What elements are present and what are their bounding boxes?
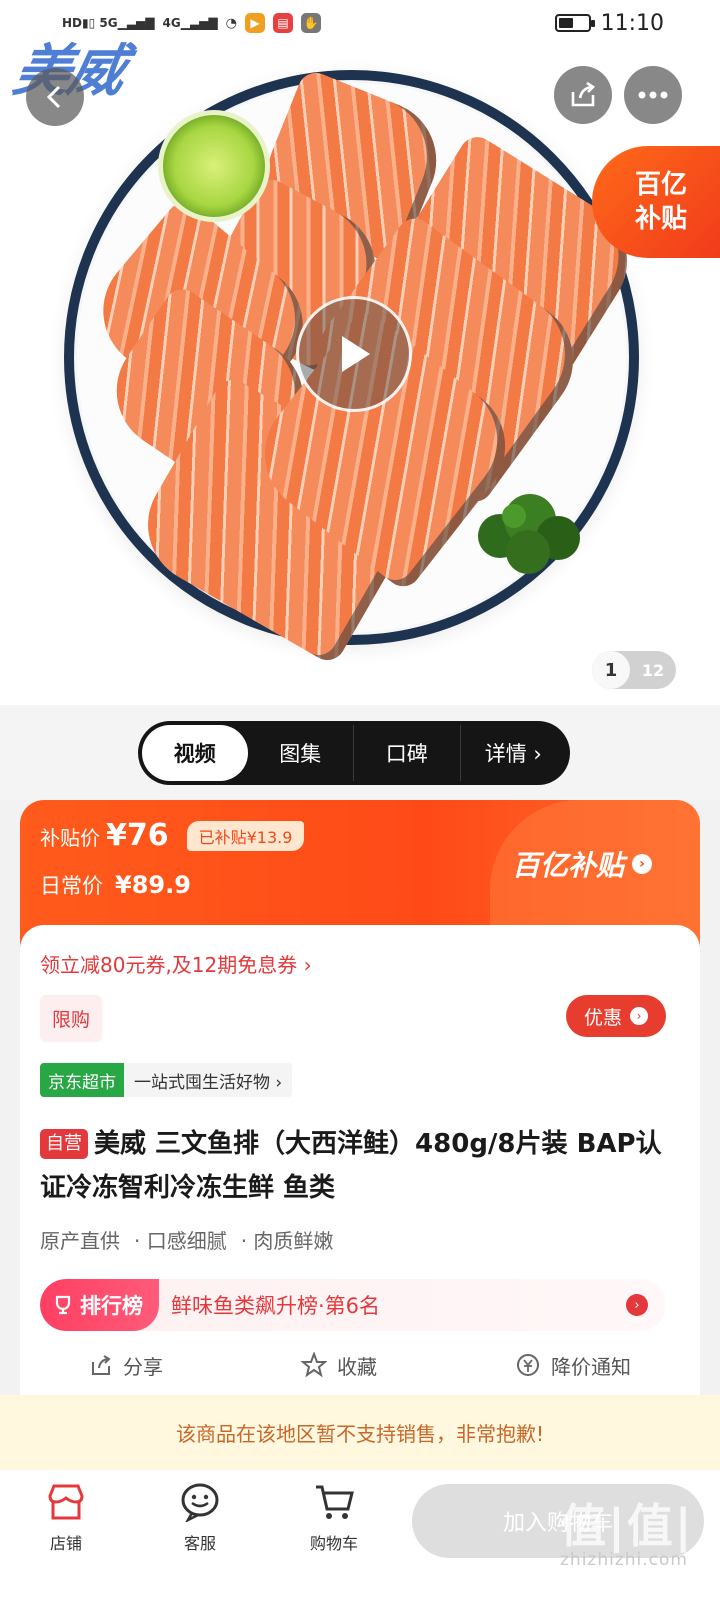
media-tabs-area: 视频 图集 口碑 详情 ›	[0, 705, 720, 800]
ranking-badge-label: 排行榜	[80, 1294, 143, 1318]
subsidy-corner-badge[interactable]: 百亿 补贴	[592, 146, 720, 258]
share-action[interactable]: 分享	[89, 1351, 163, 1380]
image-page-indicator: 1 12	[592, 651, 676, 689]
product-page: HD▮▯ 5G▁▃▅▇ 4G▁▃▅▇ ◔ ▶ ▤ ✋ 11:10 百亿 补贴 1…	[0, 0, 720, 1600]
ranking-text: 鲜味鱼类飙升榜·第6名	[171, 1294, 381, 1318]
cart-icon	[316, 1485, 354, 1519]
store-tag[interactable]: 京东超市 一站式囤生活好物 ›	[40, 1063, 293, 1097]
product-info-card: 领立减80元券,及12期免息券 › 限购 优惠 › 京东超市 一站式囤生活好物 …	[20, 925, 700, 1395]
clock: 11:10	[600, 10, 664, 36]
chevron-right-icon: ›	[630, 1007, 648, 1025]
page-current: 1	[592, 651, 630, 689]
video-app-icon: ▶	[244, 13, 265, 33]
feature-item: · 肉质鲜嫩	[240, 1229, 334, 1253]
more-button[interactable]	[624, 66, 682, 124]
promotion-button-label: 优惠	[583, 1006, 622, 1029]
share-icon	[571, 81, 596, 107]
store-nav-label: 店铺	[49, 1534, 82, 1553]
favorite-action[interactable]: 收藏	[301, 1351, 377, 1380]
subsidy-corner-line2: 补贴	[634, 204, 687, 234]
share-label: 分享	[123, 1354, 163, 1379]
promotion-button[interactable]: 优惠 ›	[566, 995, 666, 1037]
store-slogan: 一站式囤生活好物 ›	[124, 1063, 293, 1097]
customer-service-label: 客服	[183, 1534, 216, 1553]
subsidy-price: ¥76	[106, 818, 169, 853]
signal-icon: HD▮▯ 5G▁▃▅▇	[62, 16, 155, 30]
page-total: 12	[641, 660, 665, 680]
product-title: 自营 美威 三文鱼排（大西洋鲑）480g/8片装 BAP认证冷冻智利冷冻生鲜 鱼类	[40, 1122, 670, 1210]
price-alert-action[interactable]: 降价通知	[515, 1351, 631, 1380]
tab-video[interactable]: 视频	[142, 725, 248, 781]
tab-gallery[interactable]: 图集	[248, 725, 354, 781]
chevron-right-icon: ›	[626, 1294, 648, 1316]
product-features: 原产直供 · 口感细腻 · 肉质鲜嫩	[40, 1225, 333, 1254]
play-video-button[interactable]	[296, 296, 412, 412]
star-icon	[301, 1352, 327, 1378]
security-app-icon: ✋	[300, 13, 321, 33]
yen-alert-icon	[517, 1354, 539, 1376]
book-app-icon: ▤	[272, 13, 293, 33]
purchase-limit-tag: 限购	[40, 995, 103, 1042]
self-operated-badge: 自营	[40, 1129, 88, 1159]
chevron-right-icon: ›	[632, 854, 653, 874]
subsidy-brand-link[interactable]: 百亿补贴 ›	[512, 844, 653, 884]
product-title-text: 美威 三文鱼排（大西洋鲑）480g/8片装 BAP认证冷冻智利冷冻生鲜 鱼类	[40, 1129, 662, 1203]
ranking-bar[interactable]: 排行榜 鲜味鱼类飙升榜·第6名 ›	[40, 1279, 666, 1331]
wifi-icon: ◔	[225, 15, 237, 31]
ranking-badge: 排行榜	[40, 1279, 159, 1331]
store-icon	[48, 1484, 84, 1520]
regular-price-label: 日常价	[40, 874, 103, 898]
watermark-url: zhizhizhi.com	[560, 1550, 688, 1570]
share-button[interactable]	[554, 66, 612, 124]
favorite-label: 收藏	[337, 1354, 377, 1379]
tab-reviews[interactable]: 口碑	[354, 725, 461, 781]
subsidy-price-row: 补贴价 ¥76 已补贴¥13.9	[40, 818, 305, 853]
regular-price: ¥89.9	[115, 871, 191, 899]
bottom-action-bar: 店铺 客服 购物车 加入购物车 值|值|值 zhizhizhi.com	[0, 1470, 720, 1600]
subsidy-saved-badge: 已补贴¥13.9	[186, 820, 305, 851]
feature-item: 原产直供	[40, 1229, 120, 1253]
customer-service-button[interactable]: 客服	[160, 1482, 240, 1554]
tab-details[interactable]: 详情 ›	[461, 725, 567, 781]
subsidy-price-label: 补贴价	[40, 826, 100, 850]
cart-nav-label: 购物车	[309, 1534, 358, 1553]
coupon-link[interactable]: 领立减80元券,及12期免息券 ›	[40, 949, 312, 978]
price-alert-label: 降价通知	[551, 1354, 631, 1379]
battery-icon	[554, 14, 595, 32]
share-icon	[92, 1355, 111, 1375]
store-name: 京东超市	[40, 1063, 124, 1097]
product-actions: 分享 收藏 降价通知	[20, 1343, 700, 1387]
product-media-hero[interactable]: HD▮▯ 5G▁▃▅▇ 4G▁▃▅▇ ◔ ▶ ▤ ✋ 11:10 百亿 补贴 1…	[0, 0, 720, 705]
lime-slice	[158, 110, 270, 222]
chat-face-icon	[181, 1483, 219, 1522]
feature-item: · 口感细腻	[134, 1229, 227, 1253]
watermark: 值|值|值	[560, 1499, 694, 1600]
network-indicators: HD▮▯ 5G▁▃▅▇ 4G▁▃▅▇ ◔ ▶ ▤ ✋	[62, 13, 321, 33]
subsidy-corner-line1: 百亿	[634, 170, 687, 200]
unavailable-notice: 该商品在该地区暂不支持销售，非常抱歉!	[0, 1395, 720, 1470]
chevron-left-icon	[46, 85, 61, 109]
back-button[interactable]	[26, 68, 84, 126]
trophy-icon	[55, 1295, 71, 1315]
regular-price-row: 日常价 ¥89.9	[40, 870, 191, 900]
parsley-garnish	[478, 494, 580, 574]
play-icon	[342, 336, 370, 372]
signal-icon-2: 4G▁▃▅▇	[162, 16, 218, 30]
status-right: 11:10	[554, 10, 664, 36]
more-dots-icon	[638, 91, 668, 99]
subsidy-brand-text: 百亿补贴	[512, 849, 625, 882]
media-tabs: 视频 图集 口碑 详情 ›	[138, 721, 570, 785]
store-nav-button[interactable]: 店铺	[26, 1482, 106, 1554]
status-bar: HD▮▯ 5G▁▃▅▇ 4G▁▃▅▇ ◔ ▶ ▤ ✋ 11:10	[0, 0, 720, 46]
cart-nav-button[interactable]: 购物车	[294, 1482, 374, 1554]
